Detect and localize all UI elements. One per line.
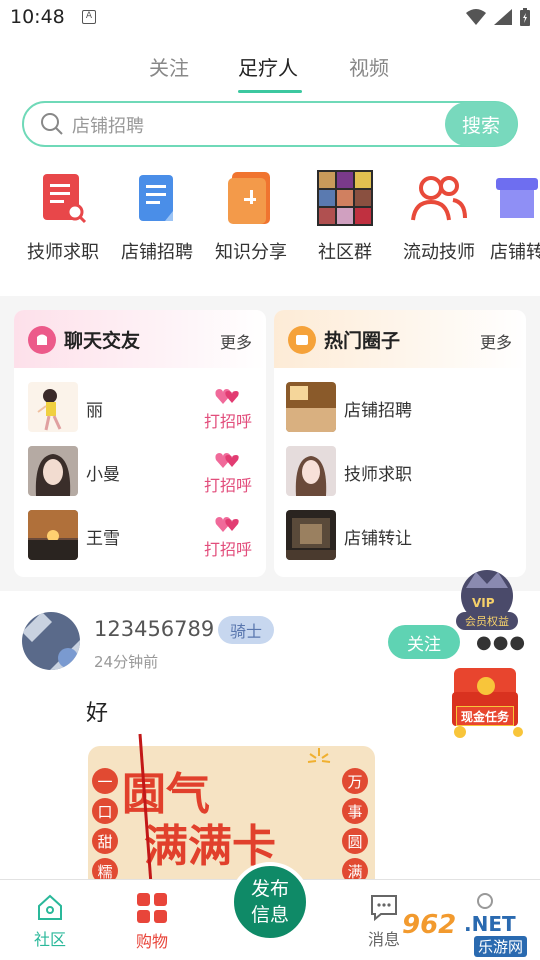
chat-badge-icon [28, 326, 56, 354]
nav-label: 社区 [33, 930, 66, 949]
greet-button[interactable]: 打招呼 [198, 514, 258, 560]
circle-name[interactable]: 技师求职 [344, 460, 412, 485]
category-store-hiring[interactable]: 店铺招聘 [110, 170, 204, 264]
tab-video[interactable]: 视频 [349, 52, 389, 81]
category-community-group[interactable]: 社区群 [298, 170, 392, 264]
tab-follow[interactable]: 关注 [149, 52, 189, 81]
group-photo-icon [317, 170, 373, 226]
search-icon [41, 113, 63, 135]
cash-task-label: 现金任务 [456, 706, 514, 726]
more-link[interactable]: 更多 [220, 329, 252, 353]
watermark-logo: 962 .NET 乐游网 [398, 893, 540, 960]
circle-thumbnail[interactable] [286, 510, 336, 560]
image-char: 满 [342, 858, 368, 881]
people-icon [411, 170, 467, 226]
category-label: 社区群 [318, 242, 372, 263]
notification-icon: A [82, 10, 96, 24]
nav-community[interactable]: 社区 [20, 892, 80, 950]
image-char: 口 [92, 798, 118, 824]
card-title: 聊天交友 [64, 330, 141, 352]
card-title: 热门圈子 [324, 330, 401, 352]
circle-thumbnail[interactable] [286, 446, 336, 496]
category-label: 流动技师 [403, 242, 475, 263]
friend-name: 丽 [86, 401, 103, 421]
rank-badge: 骑士 [218, 616, 274, 644]
hearts-icon [215, 453, 239, 468]
category-store-transfer[interactable]: 店铺转 [490, 170, 540, 264]
category-mobile-tech[interactable]: 流动技师 [392, 170, 486, 264]
vip-benefits-button[interactable]: VIP 会员权益 [452, 566, 522, 638]
image-char: 圆 [342, 828, 368, 854]
avatar[interactable] [28, 446, 78, 496]
follow-button[interactable]: 关注 [388, 625, 460, 659]
greet-button[interactable]: 打招呼 [198, 386, 258, 432]
chat-friends-card: 聊天交友 更多 丽 打招呼 小曼 打招呼 王雪 打招呼 [14, 310, 266, 577]
image-char: 万 [342, 768, 368, 794]
greet-label: 打招呼 [203, 476, 252, 495]
search-input[interactable]: 店铺招聘 [72, 112, 144, 138]
category-resume[interactable]: 技师求职 [16, 170, 110, 264]
circle-badge-icon [288, 326, 316, 354]
publish-label-line1: 发布 [250, 878, 289, 900]
circle-name[interactable]: 店铺转让 [344, 524, 412, 549]
friend-name: 王雪 [86, 529, 120, 549]
greet-label: 打招呼 [203, 540, 252, 559]
book-icon [223, 170, 279, 226]
signal-icon [494, 9, 512, 25]
friend-name: 小曼 [86, 465, 120, 485]
watermark-text: .NET [464, 912, 516, 936]
sparkle-icon [307, 748, 331, 763]
image-right-column: 万 事 圆 满 [342, 768, 368, 881]
greet-label: 打招呼 [203, 412, 252, 431]
avatar[interactable] [28, 510, 78, 560]
vip-label: 会员权益 [456, 612, 518, 630]
image-char: 糯 [92, 858, 118, 881]
category-label: 店铺招聘 [121, 242, 193, 263]
vip-text: VIP [472, 596, 495, 610]
tab-foot-massage[interactable]: 足疗人 [238, 52, 298, 81]
message-icon [371, 895, 397, 922]
circle-thumbnail[interactable] [286, 382, 336, 432]
shopping-grid-icon [137, 893, 167, 923]
post-username[interactable]: 123456789 [94, 617, 214, 641]
category-knowledge[interactable]: 知识分享 [204, 170, 298, 264]
wifi-icon [466, 9, 486, 25]
publish-label-line2: 信息 [250, 904, 289, 926]
greet-button[interactable]: 打招呼 [198, 450, 258, 496]
resume-icon [35, 170, 91, 226]
post-avatar[interactable] [22, 612, 80, 670]
hearts-icon [215, 517, 239, 532]
publish-button[interactable]: 发布 信息 [230, 862, 310, 942]
image-char: 一 [92, 768, 118, 794]
status-time: 10:48 [10, 6, 65, 28]
image-char: 甜 [92, 828, 118, 854]
nav-label: 消息 [367, 930, 400, 949]
watermark-text: 乐游网 [474, 936, 528, 957]
active-tab-indicator [238, 90, 302, 93]
document-icon [129, 170, 185, 226]
nav-label: 购物 [135, 932, 168, 951]
category-label: 店铺转 [490, 242, 540, 263]
category-label: 知识分享 [215, 242, 287, 263]
home-icon [38, 894, 62, 920]
nav-shopping[interactable]: 购物 [122, 892, 182, 952]
image-char: 事 [342, 798, 368, 824]
status-bar [0, 0, 540, 36]
hot-circles-card: 热门圈子 更多 店铺招聘 技师求职 店铺转让 [274, 310, 526, 577]
avatar[interactable] [28, 382, 78, 432]
post-timestamp: 24分钟前 [94, 653, 159, 671]
more-link[interactable]: 更多 [480, 329, 512, 353]
hearts-icon [215, 389, 239, 404]
shop-icon [492, 170, 540, 226]
image-left-column: 一 口 甜 糯 [92, 768, 118, 881]
battery-icon [520, 8, 530, 26]
watermark-text: 962 [402, 910, 457, 940]
search-button[interactable]: 搜索 [445, 102, 517, 146]
circle-name[interactable]: 店铺招聘 [344, 396, 412, 421]
category-label: 技师求职 [27, 242, 99, 263]
post-text: 好 [86, 701, 109, 726]
status-icons [466, 8, 530, 26]
cash-task-button[interactable]: 现金任务 [446, 662, 526, 740]
